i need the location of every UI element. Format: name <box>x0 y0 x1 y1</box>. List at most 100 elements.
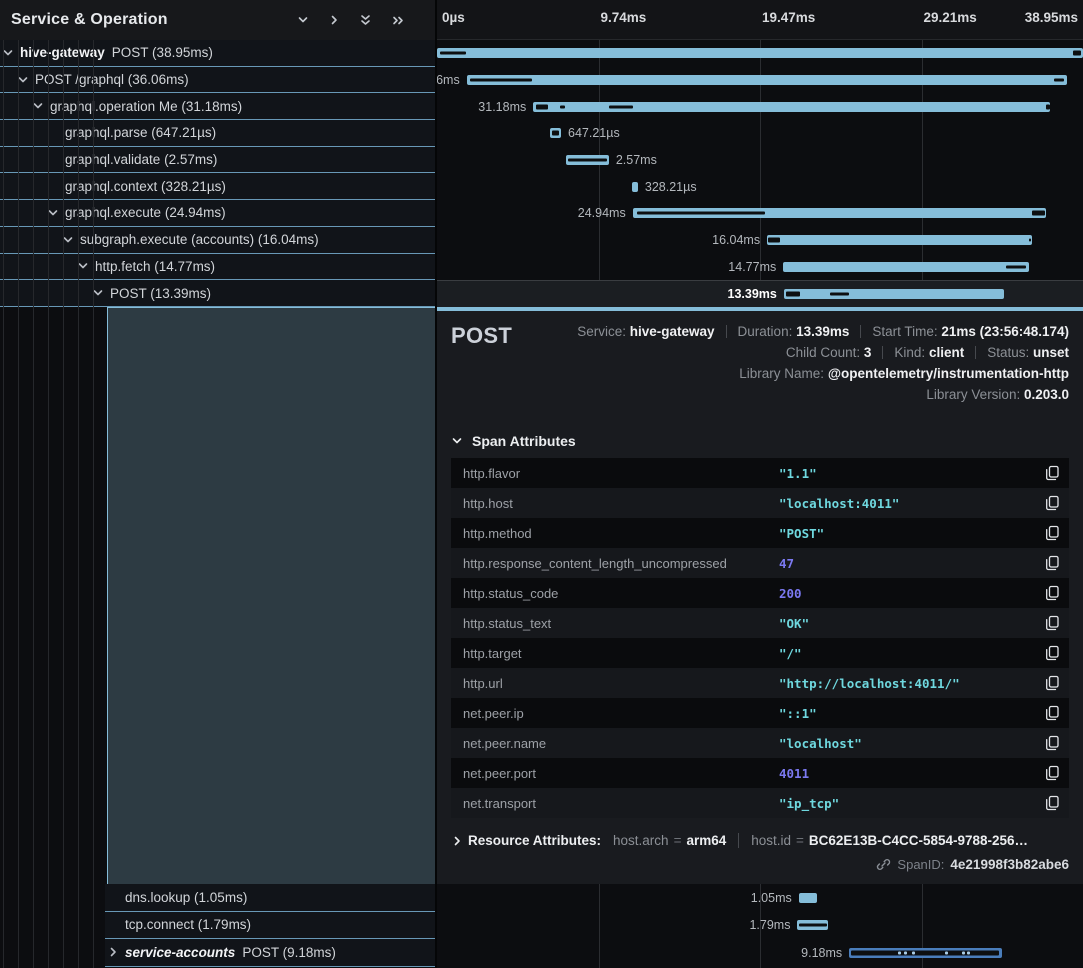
child-span-segment <box>440 52 466 55</box>
attribute-key: http.target <box>463 646 779 661</box>
timeline-row[interactable]: 24.94ms <box>437 200 1083 227</box>
span-tree-row[interactable]: graphql.operation Me (31.18ms) <box>0 93 435 120</box>
overview-label: Library Version: <box>926 387 1024 402</box>
child-span-segment <box>560 105 565 108</box>
timeline-row[interactable]: 1.05ms <box>437 884 1083 912</box>
timeline-tick-label: 0µs <box>442 10 465 25</box>
span-bar[interactable] <box>467 75 1067 85</box>
attribute-key: net.transport <box>463 796 779 811</box>
span-bar[interactable] <box>566 155 609 165</box>
double-chevron-right-icon[interactable] <box>391 14 405 27</box>
span-bar[interactable] <box>437 48 1083 58</box>
copy-icon[interactable] <box>1035 675 1069 691</box>
attribute-value: 47 <box>779 556 1035 571</box>
span-tree-row[interactable]: hive-gateway POST (38.95ms) <box>0 40 435 67</box>
resource-attributes-row[interactable]: Resource Attributes: host.arch=arm64host… <box>451 833 1069 848</box>
attribute-value: "http://localhost:4011/" <box>779 676 1035 691</box>
span-bar[interactable] <box>767 235 1032 245</box>
chevron-right-icon[interactable] <box>328 14 340 26</box>
child-span-segment <box>1054 79 1064 82</box>
span-tree-row[interactable]: tcp.connect (1.79ms) <box>105 912 435 940</box>
timeline-row[interactable]: 31.18ms <box>437 93 1083 120</box>
panel-divider[interactable] <box>435 0 437 968</box>
span-tree-row[interactable]: graphql.validate (2.57ms) <box>0 147 435 174</box>
span-tree-row[interactable]: subgraph.execute (accounts) (16.04ms) <box>0 227 435 254</box>
attribute-value: "/" <box>779 646 1035 661</box>
child-span-segment <box>637 212 765 215</box>
timeline-row[interactable]: 647.21µs <box>437 120 1083 147</box>
copy-icon[interactable] <box>1035 645 1069 661</box>
timeline-row[interactable]: 38.95ms <box>437 40 1083 67</box>
span-bar[interactable] <box>633 208 1046 218</box>
timeline-row[interactable]: 16.04ms <box>437 227 1083 254</box>
operation-label: POST (38.95ms) <box>112 45 213 60</box>
span-bar[interactable] <box>550 128 561 138</box>
child-span-segment <box>1073 51 1081 56</box>
chevron-down-icon[interactable] <box>47 207 65 219</box>
link-icon[interactable] <box>876 857 891 872</box>
overview-label: Library Name: <box>739 366 828 381</box>
attribute-row: net.peer.port4011 <box>451 758 1069 788</box>
overview-label: Service: <box>577 324 630 339</box>
chevron-down-icon[interactable] <box>92 287 110 299</box>
tree-header: Service & Operation <box>0 0 435 40</box>
attribute-row: http.response_content_length_uncompresse… <box>451 548 1069 578</box>
timeline-row[interactable]: 2.57ms <box>437 147 1083 174</box>
copy-icon[interactable] <box>1035 465 1069 481</box>
overview-separator <box>860 325 861 338</box>
chevron-down-icon[interactable] <box>297 14 309 26</box>
timeline-row[interactable]: 13.39ms <box>437 280 1083 307</box>
span-tree-row[interactable]: POST /graphql (36.06ms) <box>0 67 435 94</box>
timeline-row[interactable]: 14.77ms <box>437 254 1083 281</box>
child-span-segment <box>552 131 559 136</box>
operation-label: graphql.parse (647.21µs) <box>65 125 216 140</box>
span-bar[interactable] <box>797 920 828 930</box>
span-bar[interactable] <box>799 893 817 903</box>
service-name: hive-gateway <box>20 45 105 60</box>
chevron-down-icon[interactable] <box>17 74 35 86</box>
copy-icon[interactable] <box>1035 735 1069 751</box>
span-bar[interactable] <box>849 948 1001 958</box>
span-tree-row[interactable]: http.fetch (14.77ms) <box>0 254 435 281</box>
timeline-row[interactable]: 9.18ms <box>437 939 1083 967</box>
span-attributes-header[interactable]: Span Attributes <box>451 433 1069 449</box>
resource-separator <box>738 833 739 848</box>
attribute-value: 200 <box>779 586 1035 601</box>
chevron-down-icon[interactable] <box>2 47 20 59</box>
span-tree-row[interactable]: dns.lookup (1.05ms) <box>105 884 435 912</box>
timeline-row[interactable]: 36.06ms <box>437 67 1083 94</box>
span-bar[interactable] <box>784 289 1004 299</box>
copy-icon[interactable] <box>1035 705 1069 721</box>
span-tree-row[interactable]: service-accountsPOST (9.18ms) <box>105 939 435 967</box>
copy-icon[interactable] <box>1035 495 1069 511</box>
span-bar[interactable] <box>783 262 1029 272</box>
chevron-down-icon[interactable] <box>62 234 80 246</box>
double-chevron-down-icon[interactable] <box>359 13 372 27</box>
timeline-rows: 38.95ms36.06ms31.18ms647.21µs2.57ms328.2… <box>437 40 1083 307</box>
copy-icon[interactable] <box>1035 765 1069 781</box>
chevron-right-icon[interactable] <box>107 946 125 958</box>
attribute-row: http.url"http://localhost:4011/" <box>451 668 1069 698</box>
attribute-row: http.target"/" <box>451 638 1069 668</box>
overview-label: Kind: <box>894 345 929 360</box>
attribute-key: http.status_code <box>463 586 779 601</box>
span-detail-title: POST <box>451 321 512 405</box>
copy-icon[interactable] <box>1035 795 1069 811</box>
span-duration-label: 16.04ms <box>712 233 767 247</box>
timeline-row[interactable]: 328.21µs <box>437 173 1083 200</box>
chevron-down-icon[interactable] <box>77 260 95 272</box>
copy-icon[interactable] <box>1035 615 1069 631</box>
chevron-down-icon[interactable] <box>32 100 50 112</box>
copy-icon[interactable] <box>1035 525 1069 541</box>
child-span-segment <box>568 159 607 162</box>
copy-icon[interactable] <box>1035 585 1069 601</box>
span-tree-row[interactable]: POST (13.39ms) <box>0 280 435 307</box>
span-tree-row[interactable]: graphql.parse (647.21µs) <box>0 120 435 147</box>
span-tree-row[interactable]: graphql.context (328.21µs) <box>0 173 435 200</box>
span-tick-dot <box>962 951 965 954</box>
span-bar[interactable] <box>533 102 1050 112</box>
timeline-row[interactable]: 1.79ms <box>437 912 1083 940</box>
span-tree-row[interactable]: graphql.execute (24.94ms) <box>0 200 435 227</box>
copy-icon[interactable] <box>1035 555 1069 571</box>
resource-equals: = <box>796 833 804 848</box>
